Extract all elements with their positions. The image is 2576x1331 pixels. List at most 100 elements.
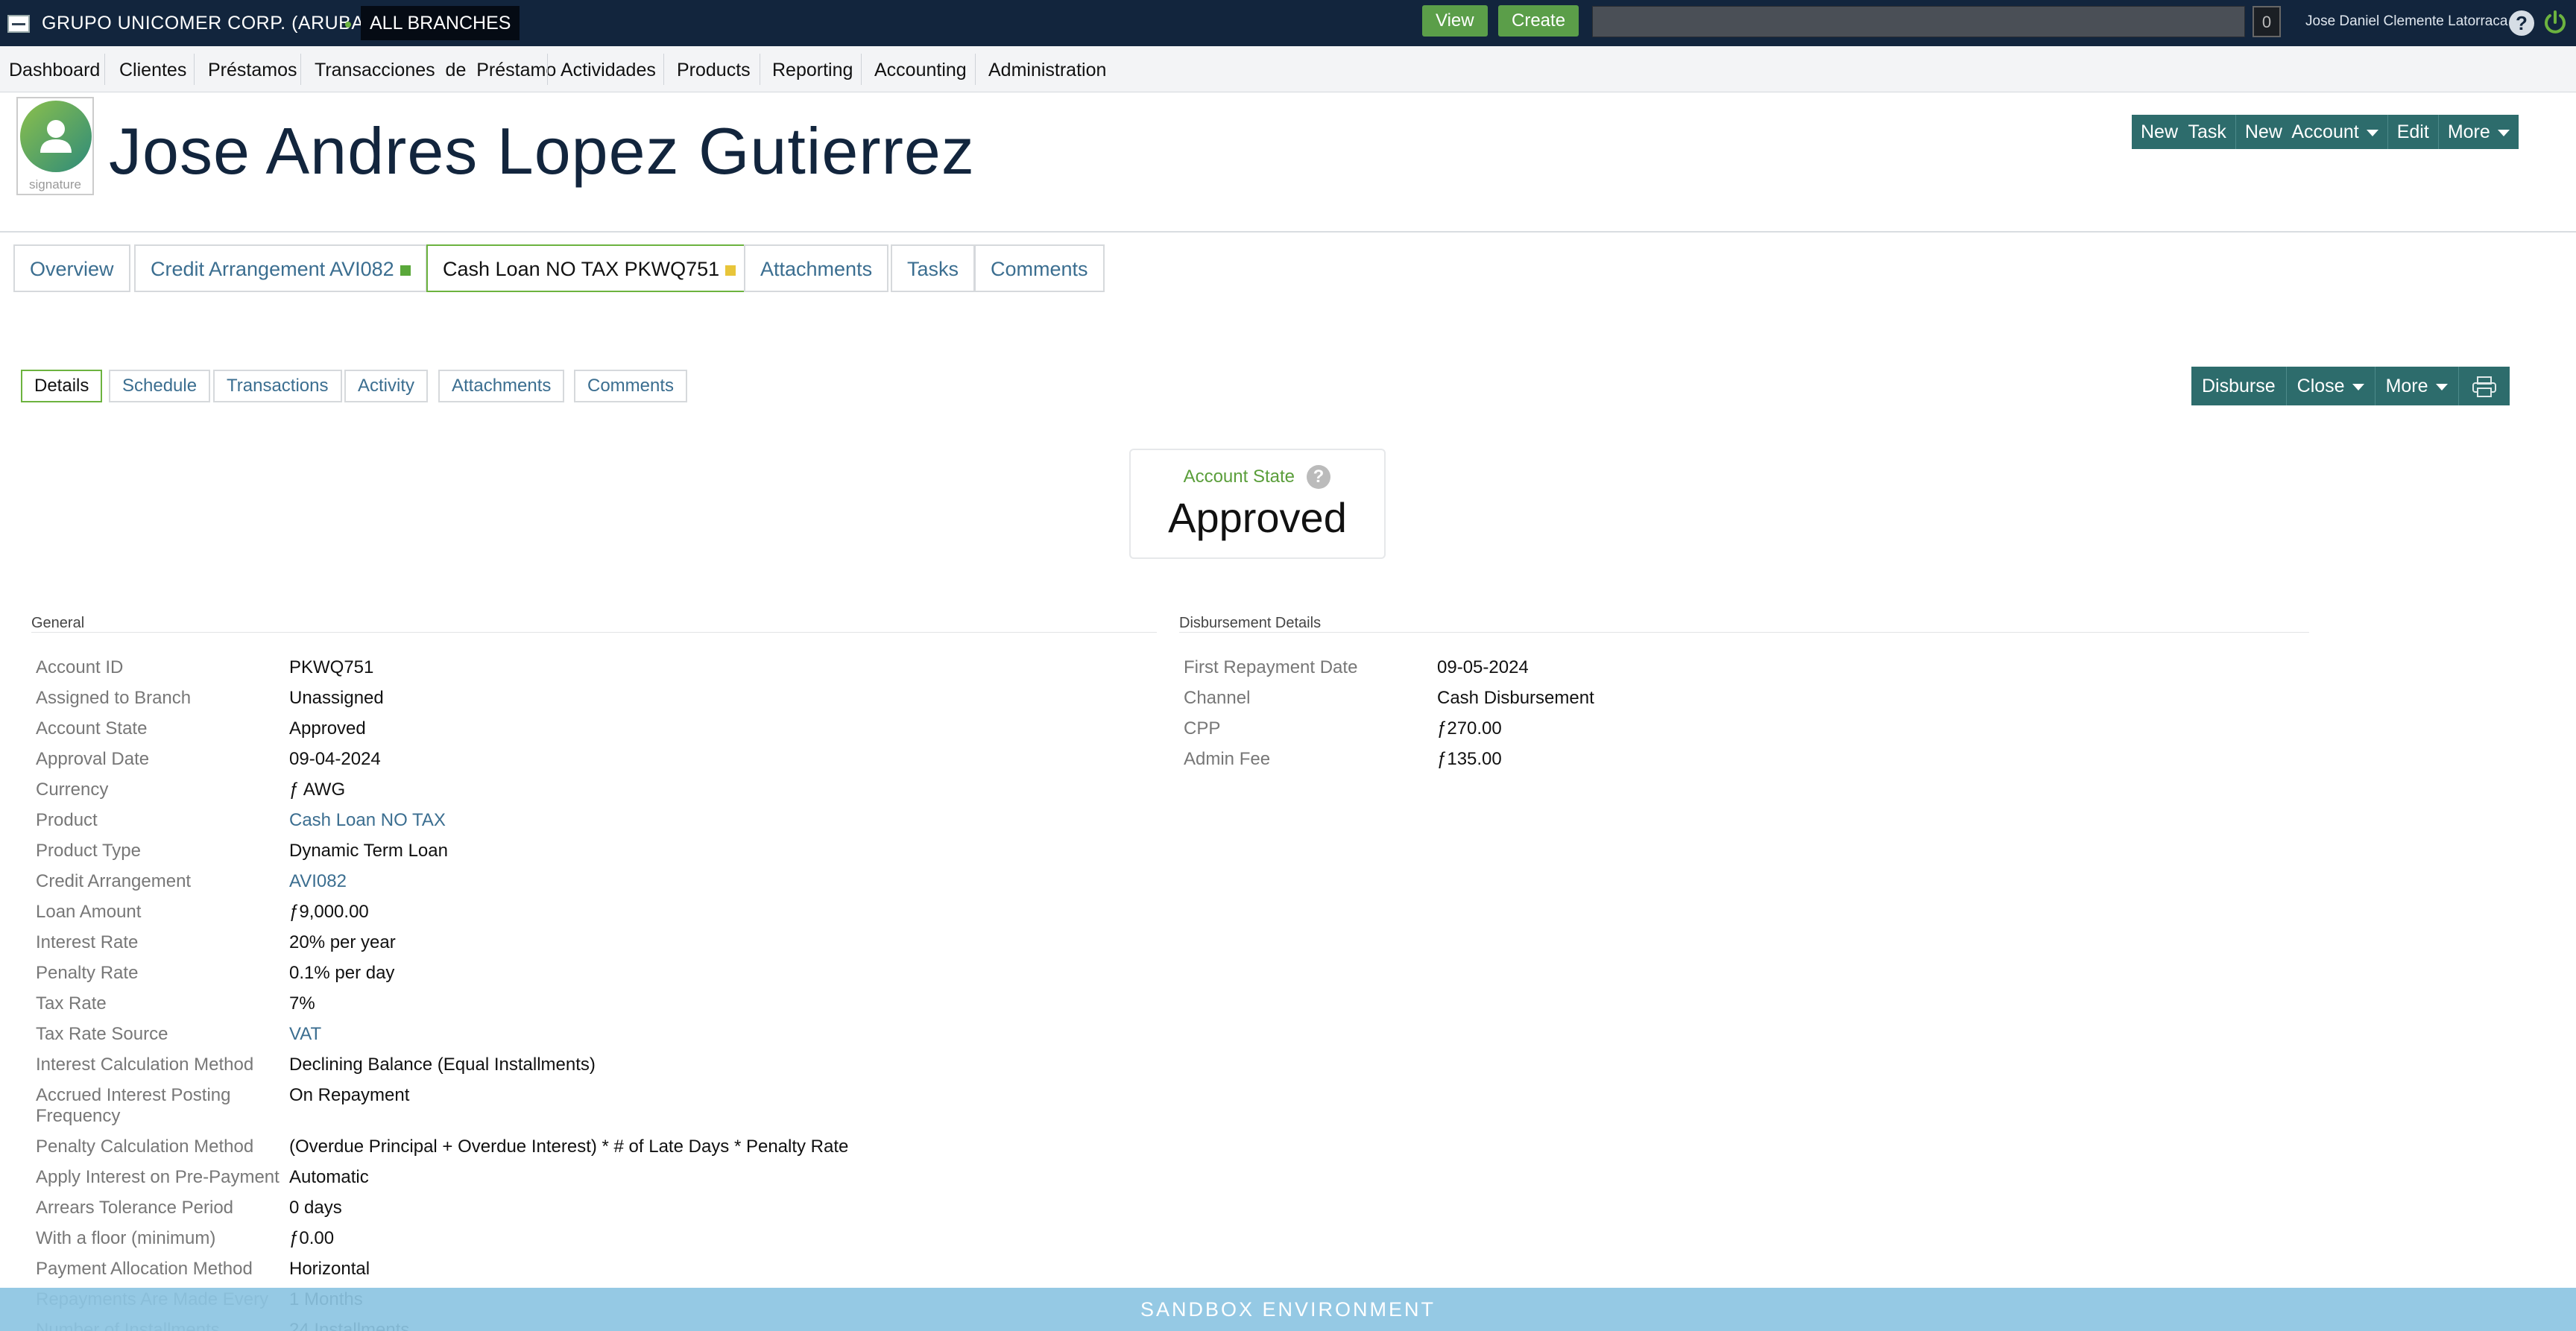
main-navigation: Dashboard Clientes Préstamos Transaccion… [0,46,2576,92]
detail-value[interactable]: AVI082 [289,871,347,892]
nav-separator [861,54,862,85]
nav-transacciones[interactable]: Transacciones de Préstamo [315,60,556,81]
new-account-button[interactable]: New Account [2236,115,2388,149]
detail-value: Dynamic Term Loan [289,841,448,861]
client-name: Jose Andres Lopez Gutierrez [109,114,975,188]
tab-credit-arrangement[interactable]: Credit Arrangement AVI082 [134,244,427,292]
tab-attachments[interactable]: Attachments [744,244,889,292]
nav-separator [547,54,548,85]
section-divider [31,632,1157,633]
nav-actividades[interactable]: Actividades [561,60,656,81]
help-icon[interactable]: ? [2509,10,2534,36]
help-icon[interactable]: ? [1307,465,1330,489]
nav-reporting[interactable]: Reporting [772,60,853,81]
more-button[interactable]: More [2439,115,2519,149]
detail-label: First Repayment Date [1184,657,1358,677]
nav-dashboard[interactable]: Dashboard [9,60,100,81]
detail-label: Accrued Interest Posting Frequency [36,1085,231,1126]
detail-label: Interest Calculation Method [36,1055,254,1075]
subtab-schedule[interactable]: Schedule [109,370,211,402]
status-marker [400,265,411,276]
chevron-down-icon [2435,383,2448,391]
disburse-button[interactable]: Disburse [2191,367,2287,405]
subtab-attachments[interactable]: Attachments [438,370,565,402]
detail-label: Product Type [36,841,141,861]
detail-value: (Overdue Principal + Overdue Interest) *… [289,1136,849,1157]
section-divider [1179,632,2309,633]
detail-value: ƒ135.00 [1437,749,1502,769]
nav-separator [975,54,976,85]
header-divider [0,231,2576,233]
avatar-caption: signature [29,177,81,192]
detail-label: Credit Arrangement [36,871,192,891]
nav-products[interactable]: Products [677,60,751,81]
subtab-comments[interactable]: Comments [574,370,688,402]
detail-label: Account State [36,718,148,739]
tab-overview[interactable]: Overview [13,244,130,292]
header-actions: New Task New Account Edit More [2132,115,2519,149]
print-button[interactable] [2459,367,2510,405]
detail-value: 0 days [289,1198,342,1218]
subtab-details[interactable]: Details [21,370,103,402]
detail-value: Approved [289,718,366,739]
create-button[interactable]: Create [1498,5,1579,37]
chevron-down-icon [2497,129,2510,136]
nav-clientes[interactable]: Clientes [119,60,186,81]
detail-label: Penalty Calculation Method [36,1136,254,1157]
detail-label: Loan Amount [36,902,142,922]
detail-value: Declining Balance (Equal Installments) [289,1055,596,1075]
chevron-down-icon [2352,383,2364,391]
branch-selector[interactable]: ALL BRANCHES [361,6,520,40]
detail-value: Automatic [289,1167,369,1187]
nav-separator [300,54,301,85]
more-actions-button[interactable]: More [2375,367,2459,405]
detail-label: Tax Rate [36,993,107,1014]
power-icon[interactable] [2542,9,2569,36]
company-logo [7,15,30,33]
general-section-title: General [31,615,85,631]
detail-value: 7% [289,993,315,1014]
nav-administration[interactable]: Administration [988,60,1106,81]
organization-name: GRUPO UNICOMER CORP. (ARUBA) [42,13,371,34]
detail-label: Tax Rate Source [36,1024,168,1044]
new-task-button[interactable]: New Task [2132,115,2236,149]
chevron-down-icon [2366,129,2378,136]
view-button[interactable]: View [1422,5,1488,37]
detail-label: CPP [1184,718,1221,739]
detail-label: Penalty Rate [36,963,139,983]
detail-value: Horizontal [289,1259,370,1279]
detail-label: Payment Allocation Method [36,1259,253,1279]
detail-label: Approval Date [36,749,150,769]
subtab-activity[interactable]: Activity [344,370,429,402]
status-marker [725,265,736,276]
tab-tasks[interactable]: Tasks [891,244,976,292]
detail-value[interactable]: Cash Loan NO TAX [289,810,446,831]
detail-value: 0.1% per day [289,963,395,983]
detail-value: 09-04-2024 [289,749,381,769]
detail-value: ƒ9,000.00 [289,902,369,922]
detail-label: Currency [36,780,109,800]
avatar[interactable]: signature [16,97,94,195]
user-name[interactable]: Jose Daniel Clemente Latorraca [2305,13,2507,30]
tab-cash-loan[interactable]: Cash Loan NO TAX PKWQ751 [426,244,753,292]
account-state-label: Account State [1183,467,1295,487]
nav-accounting[interactable]: Accounting [874,60,967,81]
avatar-icon [20,101,92,172]
close-account-button[interactable]: Close [2287,367,2375,405]
search-input[interactable] [1592,6,2245,37]
detail-value: 09-05-2024 [1437,657,1529,677]
detail-label: Assigned to Branch [36,688,192,708]
detail-value[interactable]: VAT [289,1024,321,1045]
account-state-card: Account State ? Approved [1129,449,1386,559]
tab-comments[interactable]: Comments [974,244,1105,292]
disbursement-section-title: Disbursement Details [1179,615,1322,631]
sandbox-banner: SANDBOX ENVIRONMENT [0,1288,2576,1331]
edit-button[interactable]: Edit [2388,115,2439,149]
detail-label: Product [36,810,98,830]
detail-value: Unassigned [289,688,384,708]
detail-label: Interest Rate [36,932,139,952]
detail-value: ƒ AWG [289,780,346,800]
subtab-transactions[interactable]: Transactions [213,370,342,402]
nav-prestamos[interactable]: Préstamos [208,60,297,81]
detail-value: On Repayment [289,1085,410,1105]
